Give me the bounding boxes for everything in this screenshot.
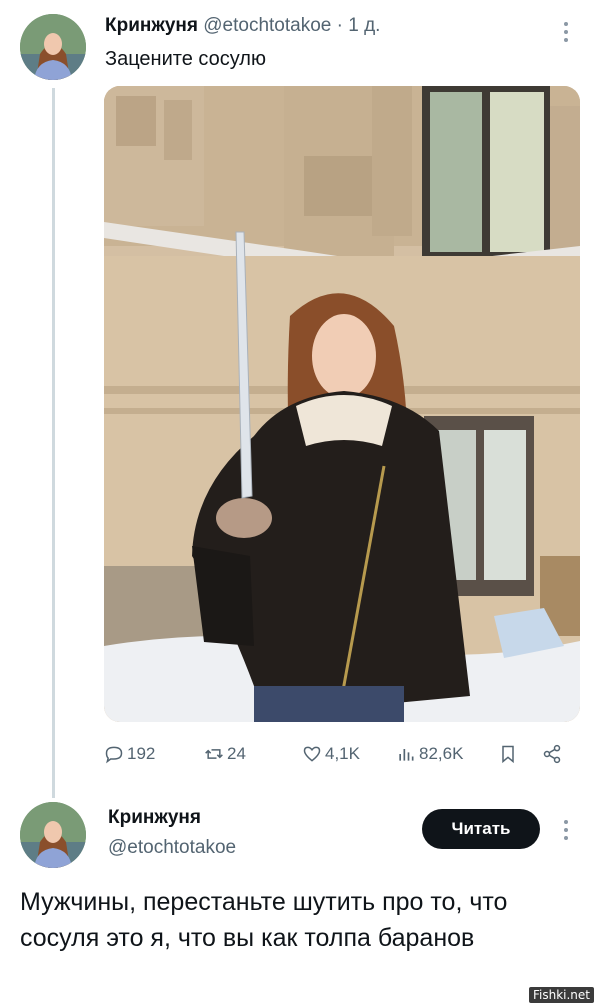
tweet-timestamp[interactable]: 1 д. xyxy=(348,15,380,36)
more-vertical-icon[interactable] xyxy=(556,20,576,44)
share-icon xyxy=(543,744,561,764)
repost-button[interactable]: 24 xyxy=(204,740,246,768)
reply-icon xyxy=(105,746,123,764)
tweet-actions: 192 24 4,1K 82,6K xyxy=(104,740,580,768)
photo-image xyxy=(104,86,580,722)
reply-button[interactable]: 192 xyxy=(104,740,155,768)
bookmark-button[interactable] xyxy=(498,740,518,768)
watermark: Fishki.net xyxy=(528,987,594,1003)
tweet-photo[interactable] xyxy=(104,86,580,722)
author-name[interactable]: Кринжуня xyxy=(105,15,198,36)
share-button[interactable] xyxy=(542,740,562,768)
bookmark-icon xyxy=(502,745,514,764)
views-count: 82,6K xyxy=(419,744,464,763)
views-button[interactable]: 82,6K xyxy=(396,740,463,768)
like-count: 4,1K xyxy=(325,744,360,763)
like-button[interactable]: 4,1K xyxy=(302,740,360,768)
profile-name[interactable]: Кринжуня xyxy=(108,806,201,830)
avatar-image xyxy=(20,802,86,868)
thread-connector-line xyxy=(52,88,55,798)
profile-handle[interactable]: @etochtotakoe xyxy=(108,836,236,860)
repost-count: 24 xyxy=(227,744,246,763)
tweet-text: Зацените сосулю xyxy=(105,48,266,70)
views-icon xyxy=(399,749,414,761)
heart-icon xyxy=(303,746,321,762)
header-separator: · xyxy=(336,15,343,36)
profile-avatar[interactable] xyxy=(20,802,86,868)
author-handle[interactable]: @etochtotakoe xyxy=(203,15,331,36)
reply-count: 192 xyxy=(127,744,156,763)
follow-button[interactable]: Читать xyxy=(422,809,540,849)
profile-bio-text: Мужчины, перестаньте шутить про то, что … xyxy=(20,888,508,952)
avatar-image xyxy=(20,14,86,80)
repost-icon xyxy=(205,749,223,759)
tweet-header: Кринжуня @etochtotakoe · 1 д. xyxy=(105,14,380,38)
author-avatar[interactable] xyxy=(20,14,86,80)
more-vertical-icon[interactable] xyxy=(556,818,576,842)
